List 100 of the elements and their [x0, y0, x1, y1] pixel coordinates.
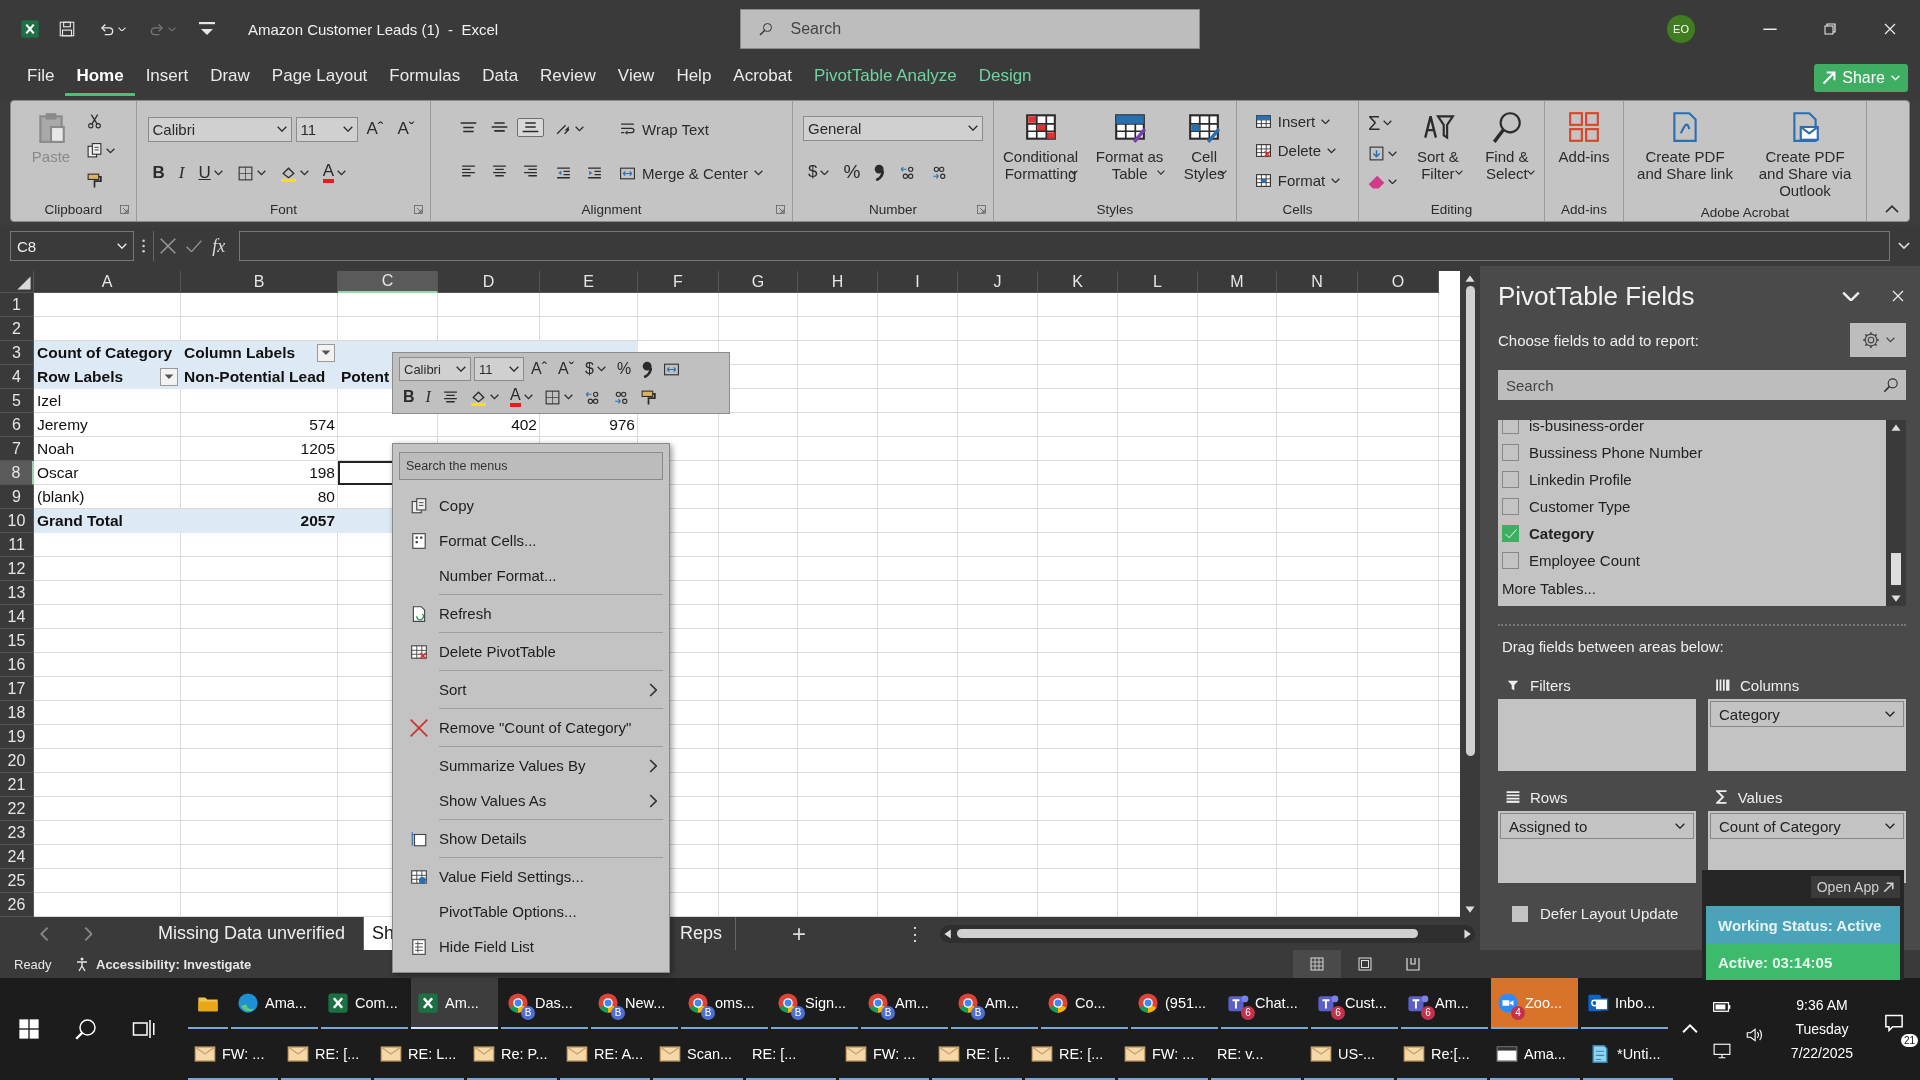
taskbar-button[interactable]: Ama...	[1490, 1029, 1580, 1080]
column-header[interactable]: M	[1198, 271, 1277, 293]
taskbar-button[interactable]: 6 Chat...	[1221, 978, 1308, 1029]
row-header[interactable]: 24	[0, 845, 34, 869]
field-label[interactable]: Employee Count	[1529, 552, 1640, 569]
ribbon-tab[interactable]: Page Layout	[260, 60, 379, 96]
taskbar-button[interactable]: FW: ...	[1118, 1029, 1208, 1080]
column-header[interactable]: O	[1358, 271, 1439, 293]
column-header[interactable]: H	[798, 271, 878, 293]
ribbon-tab[interactable]: Insert	[134, 60, 200, 96]
ribbon-tab[interactable]: Help	[665, 60, 723, 96]
more-tables-link[interactable]: More Tables...	[1502, 574, 1882, 602]
decrease-font-button[interactable]: Aˇ	[392, 115, 420, 143]
column-header[interactable]: K	[1038, 271, 1118, 293]
row-header[interactable]: 14	[0, 605, 34, 629]
taskbar-button[interactable]: RE: [...	[746, 1029, 836, 1080]
column-header[interactable]: N	[1277, 271, 1358, 293]
column-header[interactable]: C	[338, 271, 438, 293]
column-header[interactable]: L	[1118, 271, 1198, 293]
taskbar-button[interactable]: Ama...	[231, 978, 318, 1029]
menu-item[interactable]: Number Format...	[399, 558, 663, 593]
row-header[interactable]: 26	[0, 893, 34, 917]
number-format-dropdown[interactable]: General	[803, 115, 983, 141]
row-header[interactable]: 1	[0, 293, 34, 317]
format-cells-button[interactable]: Format	[1249, 168, 1346, 192]
field-label[interactable]: is-business-order	[1529, 420, 1645, 434]
drop-area[interactable]: Category	[1708, 699, 1906, 771]
pdf-mail-button[interactable]: Create PDF and Share via Outlook	[1748, 107, 1862, 202]
ribbon-tab[interactable]: PivotTable Analyze	[802, 60, 968, 96]
row-header[interactable]: 21	[0, 773, 34, 797]
taskbar-button[interactable]: (951...	[1131, 978, 1218, 1029]
italic-button[interactable]: I	[173, 159, 190, 187]
field-dropdown[interactable]: Assigned to	[1500, 813, 1694, 839]
increase-font-button[interactable]: Aˆ	[361, 115, 389, 143]
taskbar-button[interactable]: Com...	[321, 978, 408, 1029]
open-app-button[interactable]: Open App	[1810, 876, 1900, 898]
ribbon-tab[interactable]: Review	[529, 60, 607, 96]
taskbar-button[interactable]: Co...	[1041, 978, 1128, 1029]
percent-button[interactable]: %	[612, 357, 636, 381]
field-label[interactable]: Customer Type	[1529, 498, 1631, 515]
font-name-dropdown[interactable]: Calibri	[399, 357, 471, 381]
field-dropdown[interactable]: Count of Category	[1710, 813, 1904, 839]
clock-date[interactable]: 7/22/2025	[1790, 1045, 1854, 1061]
row-header[interactable]: 15	[0, 629, 34, 653]
row-header[interactable]: 19	[0, 725, 34, 749]
delete-cells-button[interactable]: Delete	[1249, 139, 1342, 163]
magnifier-button[interactable]: Find & Select	[1473, 107, 1540, 178]
percent-button[interactable]: %	[838, 158, 866, 187]
more-options-button[interactable]: ⋮	[906, 922, 925, 945]
field-label[interactable]: Linkedin Profile	[1529, 471, 1632, 488]
font-color-button[interactable]: A	[505, 385, 537, 409]
clock-time[interactable]: 9:36 AM	[1796, 997, 1848, 1013]
column-header[interactable]: I	[878, 271, 958, 293]
taskbar-button[interactable]: RE: A...	[560, 1029, 650, 1080]
search-field[interactable]: Search	[1498, 370, 1906, 400]
ribbon-tab[interactable]: File	[16, 60, 66, 96]
row-header[interactable]: 7	[0, 437, 34, 461]
taskbar-button[interactable]: B New...	[591, 978, 678, 1029]
row-header[interactable]: 10	[0, 509, 34, 533]
row-header[interactable]: 12	[0, 557, 34, 581]
format-as-table-button[interactable]: Format as Table	[1089, 107, 1171, 178]
search-field[interactable]: Search the menus	[399, 452, 663, 480]
sort-filter-button[interactable]: Sort & Filter	[1408, 107, 1468, 178]
currency-button[interactable]: $	[581, 357, 610, 381]
ribbon-tab[interactable]: View	[606, 60, 666, 96]
row-header[interactable]: 3	[0, 341, 34, 365]
column-header[interactable]: J	[958, 271, 1038, 293]
row-header[interactable]: 13	[0, 581, 34, 605]
taskbar-button[interactable]: Am...	[411, 978, 498, 1029]
row-header[interactable]: 6	[0, 413, 34, 437]
checkbox-label[interactable]: Defer Layout Update	[1540, 905, 1679, 922]
field-dropdown[interactable]: Category	[1710, 701, 1904, 727]
notifications-button[interactable]: 21	[1880, 1009, 1920, 1049]
currency-button[interactable]: $	[803, 158, 835, 187]
taskbar-button[interactable]: B oms...	[681, 978, 768, 1029]
wrap-text-button[interactable]: Wrap Text	[614, 117, 715, 141]
taskbar-button[interactable]: RE: [...	[1025, 1029, 1115, 1080]
merge-cells-button[interactable]: Merge & Center	[614, 161, 768, 185]
row-header[interactable]: 18	[0, 701, 34, 725]
column-header[interactable]: B	[181, 271, 338, 293]
taskbar-button[interactable]: B Am...	[951, 978, 1038, 1029]
menu-item[interactable]: Copy	[399, 488, 663, 523]
ribbon-tab[interactable]: Formulas	[378, 60, 472, 96]
taskbar-button[interactable]: 6 Cust...	[1311, 978, 1398, 1029]
row-header[interactable]: 4	[0, 365, 34, 389]
ribbon-tab[interactable]: Draw	[199, 60, 261, 96]
search-field[interactable]: Search	[739, 9, 1200, 49]
row-header[interactable]: 17	[0, 677, 34, 701]
name-box[interactable]: C8	[10, 231, 134, 261]
add-ins-button[interactable]: Add-ins	[1553, 107, 1615, 168]
taskbar-button[interactable]: RE: v...	[1211, 1029, 1301, 1080]
taskbar-button[interactable]: Inbo...	[1581, 978, 1668, 1029]
menu-item[interactable]: Format Cells...	[399, 523, 663, 558]
menu-item[interactable]: Show Values As	[399, 783, 663, 818]
column-header[interactable]: D	[438, 271, 540, 293]
taskbar-button[interactable]: RE: [...	[932, 1029, 1022, 1080]
taskbar-button[interactable]: FW: ...	[839, 1029, 929, 1080]
row-header[interactable]: 20	[0, 749, 34, 773]
row-header[interactable]: 11	[0, 533, 34, 557]
drop-area[interactable]: Assigned to	[1498, 811, 1696, 883]
